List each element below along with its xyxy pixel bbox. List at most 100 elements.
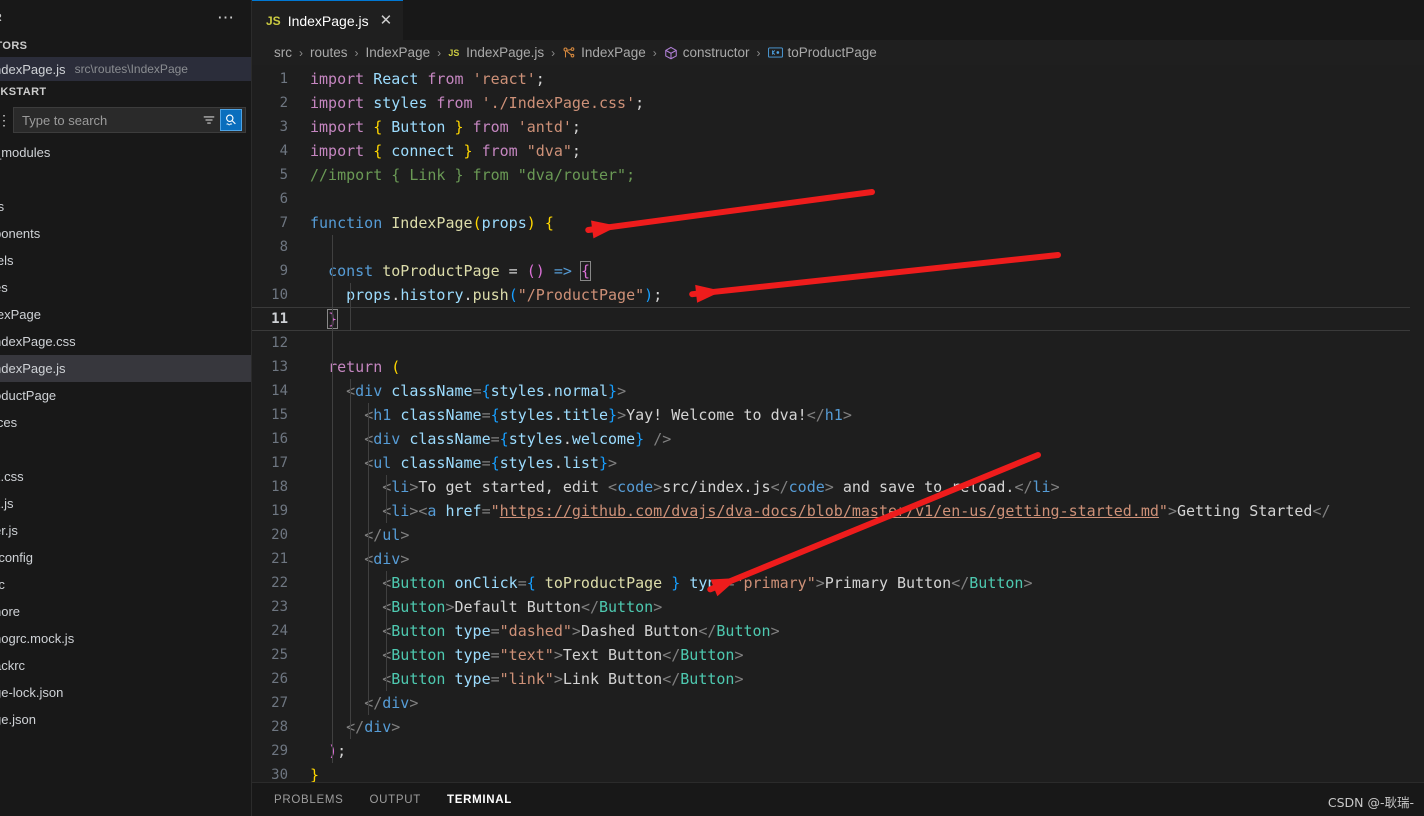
- ellipsis-icon[interactable]: ⋯: [211, 9, 242, 26]
- code-line[interactable]: 7 function IndexPage(props) {: [252, 211, 1424, 235]
- file-tree-item[interactable]: rconfig: [0, 544, 252, 571]
- code-line[interactable]: 25 <Button type="text">Text Button</Butt…: [252, 643, 1424, 667]
- file-tree-item[interactable]: nogrc.mock.js: [0, 625, 252, 652]
- file-tree-item[interactable]: x.css: [0, 463, 252, 490]
- chevron-right-icon: ›: [299, 45, 303, 60]
- line-number: 8: [279, 239, 288, 255]
- file-tree-item[interactable]: ndexPage.css: [0, 328, 252, 355]
- open-editor-filename: ndexPage.js: [0, 61, 66, 77]
- breadcrumb-item-toproductpage[interactable]: toProductPage: [767, 45, 877, 60]
- file-tree-item[interactable]: es: [0, 274, 252, 301]
- code-line[interactable]: 2 import styles from './IndexPage.css';: [252, 91, 1424, 115]
- code-line[interactable]: 26 <Button type="link">Link Button</Butt…: [252, 667, 1424, 691]
- code-line-text: import { Button } from 'antd';: [310, 118, 581, 136]
- code-line[interactable]: 27 </div>: [252, 691, 1424, 715]
- sidebar-title-row: R ⋯: [0, 0, 252, 35]
- js-file-icon: JS: [448, 46, 461, 59]
- file-tree-item[interactable]: ge-lock.json: [0, 679, 252, 706]
- line-number: 9: [279, 263, 288, 279]
- file-tree-item[interactable]: [0, 436, 252, 463]
- search-icon[interactable]: [220, 109, 242, 131]
- code-line-text: );: [328, 742, 347, 760]
- code-line[interactable]: 15 <h1 className={styles.title}>Yay! Wel…: [252, 403, 1424, 427]
- file-tree-item[interactable]: _modules: [0, 139, 252, 166]
- breadcrumb-item-indexpage[interactable]: IndexPage: [562, 45, 646, 60]
- open-editor-filepath: src\routes\IndexPage: [74, 62, 188, 76]
- code-line[interactable]: 17 <ul className={styles.list}>: [252, 451, 1424, 475]
- code-line[interactable]: 20 </ul>: [252, 523, 1424, 547]
- breadcrumb-item-routes[interactable]: routes: [310, 45, 348, 60]
- code-line[interactable]: 6: [252, 187, 1424, 211]
- code-line[interactable]: 18 <li>To get started, edit <code>src/in…: [252, 475, 1424, 499]
- code-line[interactable]: 28 </div>: [252, 715, 1424, 739]
- line-number: 13: [271, 359, 288, 375]
- line-number: 21: [271, 551, 288, 567]
- panel-tab-terminal[interactable]: TERMINAL: [447, 794, 512, 806]
- code-line[interactable]: 5 //import { Link } from "dva/router";: [252, 163, 1424, 187]
- open-editors-section-header[interactable]: ITORS: [0, 35, 252, 57]
- file-tree-item[interactable]: [0, 166, 252, 193]
- line-number: 5: [279, 167, 288, 183]
- file-tree-item[interactable]: ge.json: [0, 706, 252, 733]
- file-tree-item-label: ndexPage.css: [0, 334, 76, 349]
- kebab-menu-icon[interactable]: ⋮: [0, 113, 11, 127]
- tab-indexpage-js[interactable]: JS IndexPage.js ✕: [252, 0, 404, 40]
- code-lines: 1 import React from 'react'; 2 import style…: [252, 65, 1424, 782]
- code-line[interactable]: 1 import React from 'react';: [252, 67, 1424, 91]
- breadcrumb-item-constructor[interactable]: constructor: [664, 45, 750, 60]
- breadcrumb-item-indexpage-js[interactable]: JS IndexPage.js: [448, 45, 545, 60]
- code-editor[interactable]: 1 import React from 'react'; 2 import style…: [252, 65, 1424, 782]
- file-tree-item[interactable]: ackrc: [0, 652, 252, 679]
- code-line[interactable]: 23 <Button>Default Button</Button>: [252, 595, 1424, 619]
- code-line[interactable]: 4 import { connect } from "dva";: [252, 139, 1424, 163]
- code-line[interactable]: 16 <div className={styles.welcome} />: [252, 427, 1424, 451]
- file-tree-item[interactable]: ndexPage.js: [0, 355, 252, 382]
- file-tree-item[interactable]: ponents: [0, 220, 252, 247]
- code-line[interactable]: 21 <div>: [252, 547, 1424, 571]
- filter-icon[interactable]: [198, 109, 220, 131]
- file-tree-item[interactable]: oductPage: [0, 382, 252, 409]
- line-number: 7: [279, 215, 288, 231]
- line-number: 18: [271, 479, 288, 495]
- code-line[interactable]: 30}: [252, 763, 1424, 782]
- search-box[interactable]: [13, 107, 246, 133]
- project-section-header[interactable]: CKSTART: [0, 81, 252, 103]
- file-tree-item[interactable]: ts: [0, 193, 252, 220]
- file-tree-item[interactable]: x.js: [0, 490, 252, 517]
- code-line[interactable]: 9 const toProductPage = () => {: [252, 259, 1424, 283]
- file-tree-item[interactable]: rc: [0, 571, 252, 598]
- code-line[interactable]: 29 );: [252, 739, 1424, 763]
- editor-scrollbar[interactable]: [1410, 65, 1424, 782]
- code-line[interactable]: 14 <div className={styles.normal}>: [252, 379, 1424, 403]
- file-tree-item[interactable]: lels: [0, 247, 252, 274]
- panel-tab-problems[interactable]: PROBLEMS: [274, 794, 344, 806]
- file-tree-item[interactable]: er.js: [0, 517, 252, 544]
- class-icon: [664, 46, 678, 60]
- file-tree-item[interactable]: lexPage: [0, 301, 252, 328]
- code-line[interactable]: 13 return (: [252, 355, 1424, 379]
- panel-tab-output[interactable]: OUTPUT: [370, 794, 421, 806]
- code-line[interactable]: 11 }: [252, 307, 1424, 331]
- code-line[interactable]: 24 <Button type="dashed">Dashed Button</…: [252, 619, 1424, 643]
- search-input[interactable]: [22, 112, 198, 128]
- breadcrumb-item-indexpage[interactable]: IndexPage: [366, 45, 431, 60]
- code-line-text: <Button type="text">Text Button</Button>: [382, 646, 744, 664]
- line-number: 20: [271, 527, 288, 543]
- code-line[interactable]: 22 <Button onClick={ toProductPage } typ…: [252, 571, 1424, 595]
- code-line[interactable]: 8: [252, 235, 1424, 259]
- open-editor-item[interactable]: ndexPage.js src\routes\IndexPage: [0, 57, 252, 81]
- code-line[interactable]: 3 import { Button } from 'antd';: [252, 115, 1424, 139]
- code-line[interactable]: 12: [252, 331, 1424, 355]
- close-icon[interactable]: ✕: [380, 13, 393, 28]
- file-tree-item[interactable]: nore: [0, 598, 252, 625]
- file-tree-item-label: ackrc: [0, 658, 26, 673]
- code-line[interactable]: 10 props.history.push("/ProductPage");: [252, 283, 1424, 307]
- sidebar: R ⋯ ITORS ndexPage.js src\routes\IndexPa…: [0, 0, 252, 816]
- code-line[interactable]: 19 <li><a href="https://github.com/dvajs…: [252, 499, 1424, 523]
- file-tree-item[interactable]: ices: [0, 409, 252, 436]
- line-number: 30: [271, 767, 288, 782]
- js-file-icon: JS: [266, 13, 281, 28]
- code-line-text: <Button type="link">Link Button</Button>: [382, 670, 744, 688]
- breadcrumb-item-src[interactable]: src: [274, 45, 292, 60]
- code-line-text: import { connect } from "dva";: [310, 142, 581, 160]
